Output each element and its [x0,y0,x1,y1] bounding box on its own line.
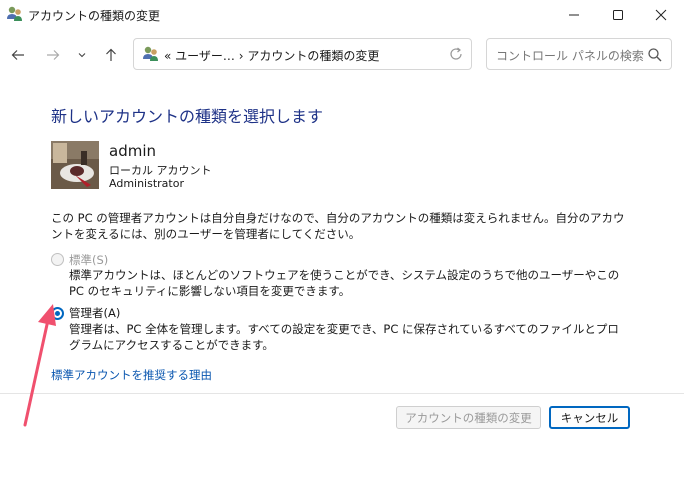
search-box[interactable]: コントロール パネルの検索 [486,38,672,70]
close-button[interactable] [638,0,684,30]
page-title: 新しいアカウントの種類を選択します [51,107,324,126]
back-button[interactable] [5,42,31,68]
maximize-icon [613,10,623,20]
forward-button[interactable] [40,42,66,68]
search-icon[interactable] [647,47,663,63]
administrator-description: 管理者は、PC 全体を管理します。すべての設定を変更でき、PC に保存されている… [69,322,619,352]
description-text: この PC の管理者アカウントは自分自身だけなので、自分のアカウントの種類は変え… [51,211,625,241]
forward-arrow-icon [47,50,60,60]
refresh-button[interactable] [447,45,465,63]
annotation-arrow-icon [10,300,60,430]
user-accounts-icon [142,45,160,63]
account-role: Administrator [109,177,184,190]
breadcrumb[interactable]: « ユーザー… › アカウントの種類の変更 [164,47,379,64]
change-account-type-button[interactable]: アカウントの種類の変更 [396,406,541,429]
up-button[interactable] [98,42,124,68]
title-bar: アカウントの種類の変更 [0,0,684,30]
cancel-button[interactable]: キャンセル [549,406,630,429]
refresh-icon [450,47,462,60]
search-placeholder[interactable]: コントロール パネルの検索 [496,47,644,64]
account-name: admin [109,142,156,160]
why-standard-link[interactable]: 標準アカウントを推奨する理由 [51,367,212,383]
minimize-icon [569,14,579,16]
close-icon [655,9,667,21]
window-title: アカウントの種類の変更 [28,9,161,23]
maximize-button[interactable] [595,0,641,30]
up-arrow-icon [106,48,116,61]
account-type: ローカル アカウント [109,164,212,177]
recent-locations-button[interactable] [69,42,95,68]
divider [0,393,684,394]
back-arrow-icon [11,50,24,60]
standard-description: 標準アカウントは、ほとんどのソフトウェアを使うことができ、システム設定のうちで他… [69,268,620,298]
standard-radio[interactable] [51,253,64,266]
address-bar[interactable]: « ユーザー… › アカウントの種類の変更 [133,38,472,70]
administrator-label[interactable]: 管理者(A) [69,305,120,321]
user-accounts-icon [6,5,24,23]
standard-label[interactable]: 標準(S) [69,252,108,268]
chevron-down-icon [78,53,86,58]
avatar [51,141,99,189]
minimize-button[interactable] [551,0,597,30]
